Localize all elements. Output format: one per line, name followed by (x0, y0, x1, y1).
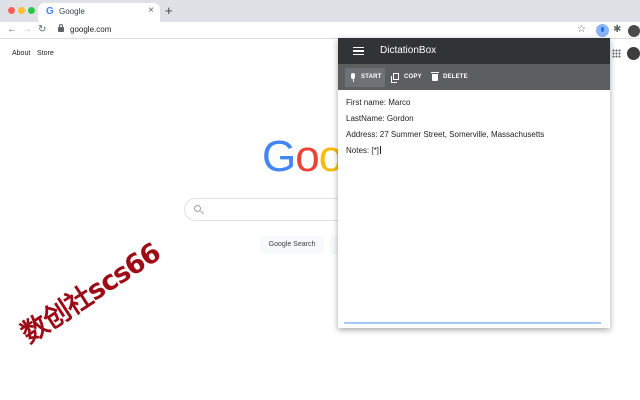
store-link[interactable]: Store (37, 50, 54, 57)
search-icon (194, 205, 201, 212)
text-cursor (379, 146, 381, 154)
extensions-puzzle-icon[interactable]: ✱ (613, 23, 621, 37)
tab-google[interactable]: G Google × (38, 3, 160, 22)
popup-title: DictationBox (380, 45, 437, 56)
start-label: START (361, 74, 382, 80)
notes-text: Notes: [*] (346, 146, 379, 155)
logo-letter: G (262, 135, 296, 179)
popup-toolbar: START COPY DELETE (338, 64, 610, 90)
notes-line: Notes: [*] (346, 146, 381, 155)
google-account-avatar[interactable] (627, 47, 640, 60)
google-search-button[interactable]: Google Search (260, 236, 324, 254)
profile-avatar[interactable] (628, 25, 640, 37)
google-favicon-icon: G (46, 6, 54, 17)
first-name-line: First name: Marco (346, 98, 411, 107)
window-maximize-button[interactable] (28, 7, 35, 14)
browser-tab-strip: G Google × + (0, 0, 640, 22)
delete-button[interactable]: DELETE (430, 68, 470, 87)
address-line: Address: 27 Summer Street, Somerville, M… (346, 130, 545, 139)
window-close-button[interactable] (8, 7, 15, 14)
browser-toolbar: ← → ↻ google.com ☆ ✱ (0, 22, 640, 39)
tab-close-icon[interactable]: × (148, 5, 154, 16)
address-bar[interactable]: google.com (70, 25, 111, 34)
listening-progress-bar (344, 322, 601, 324)
about-link[interactable]: About (12, 50, 30, 57)
lock-icon[interactable] (58, 24, 64, 32)
trash-icon (431, 72, 439, 81)
delete-label: DELETE (443, 74, 468, 80)
window-minimize-button[interactable] (18, 7, 25, 14)
dictationbox-popup: DictationBox START COPY DELETE First nam… (338, 38, 610, 328)
back-icon[interactable]: ← (7, 23, 17, 37)
bookmark-star-icon[interactable]: ☆ (577, 23, 586, 37)
copy-label: COPY (404, 74, 422, 80)
microphone-extension-icon[interactable] (596, 24, 609, 37)
logo-letter: o (295, 135, 320, 179)
forward-icon[interactable]: → (22, 23, 32, 37)
new-tab-button[interactable]: + (165, 3, 173, 19)
reload-icon[interactable]: ↻ (38, 23, 46, 37)
last-name-line: LastName: Gordon (346, 114, 414, 123)
hamburger-menu-icon[interactable] (353, 47, 364, 55)
google-apps-icon[interactable] (612, 49, 621, 58)
google-logo: Goog (262, 135, 342, 179)
watermark-text: 数创社scs66 (15, 237, 166, 350)
start-button[interactable]: START (345, 68, 385, 87)
popup-header: DictationBox (338, 38, 610, 64)
copy-button[interactable]: COPY (391, 68, 423, 87)
tab-title: Google (59, 7, 85, 16)
microphone-icon (351, 73, 355, 82)
copy-icon (391, 73, 399, 83)
